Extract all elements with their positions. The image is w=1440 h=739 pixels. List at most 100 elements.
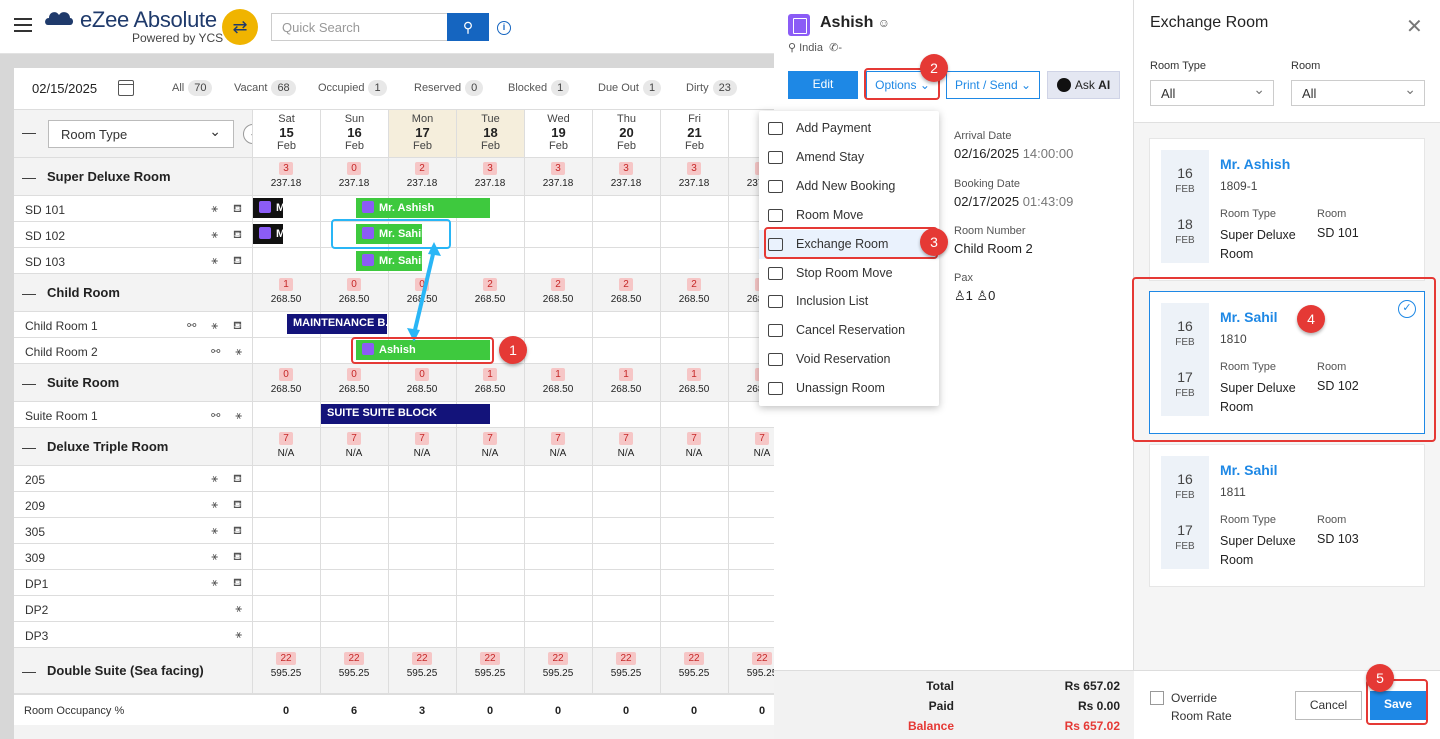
availability-cell[interactable]: 2268.50 (660, 278, 728, 307)
collapse-icon[interactable]: — (22, 169, 36, 185)
grid-line (252, 492, 253, 517)
availability-cell[interactable]: 7 N/A (592, 432, 660, 461)
availability-cell[interactable]: 22595.25 (320, 652, 388, 681)
stat-dirty[interactable]: Dirty 23 (686, 80, 737, 96)
room-status-icons[interactable]: ⚯ ⚹ (211, 409, 248, 423)
switch-property-icon[interactable]: ⇄ (222, 9, 258, 45)
menu-item-amend-stay[interactable]: Amend Stay (759, 143, 939, 172)
stat-blocked[interactable]: Blocked 1 (508, 80, 570, 96)
availability-cell[interactable]: 0268.50 (388, 368, 456, 397)
availability-cell[interactable]: 22595.25 (728, 652, 774, 681)
availability-cell[interactable]: 3237.18 (524, 162, 592, 191)
availability-cell[interactable]: 3237.18 (456, 162, 524, 191)
print-send-button[interactable]: Print / Send ⌄ (946, 71, 1040, 99)
availability-cell[interactable]: 7 N/A (660, 432, 728, 461)
close-icon[interactable]: ✕ (1406, 14, 1423, 39)
override-rate-checkbox[interactable] (1150, 691, 1164, 705)
room-type-filter[interactable]: All (1150, 80, 1274, 106)
room-status-icons[interactable]: ⚯ ⚹ ⛾ (187, 319, 248, 334)
room-filter[interactable]: All (1291, 80, 1425, 106)
availability-cell[interactable]: 2268.50 (456, 278, 524, 307)
availability-cell[interactable]: 22595.25 (592, 652, 660, 681)
availability-cell[interactable]: 3237.18 (660, 162, 728, 191)
card-guest-name[interactable]: Mr. Sahil (1220, 462, 1278, 478)
menu-item-cancel-reservation[interactable]: Cancel Reservation (759, 316, 939, 345)
room-status-icons[interactable]: ⚹ (235, 629, 248, 642)
availability-cell[interactable]: 22595.25 (456, 652, 524, 681)
calendar-date[interactable]: 02/15/2025 (32, 81, 97, 96)
room-status-icons[interactable]: ⚹ ⛾ (211, 551, 248, 565)
edit-button[interactable]: Edit (788, 71, 858, 99)
maintenance-block[interactable]: MAINTENANCE B... (287, 314, 387, 334)
stat-due-out[interactable]: Due Out 1 (598, 80, 662, 96)
room-status-icons[interactable]: ⚹ ⛾ (211, 255, 248, 269)
availability-cell[interactable]: 7 N/A (456, 432, 524, 461)
booking-bar[interactable]: M (253, 198, 283, 218)
menu-icon[interactable] (14, 18, 32, 32)
collapse-icon[interactable]: — (22, 663, 36, 679)
search-button[interactable]: ⚲ (447, 13, 489, 41)
card-guest-name[interactable]: Mr. Ashish (1220, 156, 1290, 172)
menu-item-stop-room-move[interactable]: Stop Room Move (759, 259, 939, 288)
stat-vacant[interactable]: Vacant 68 (234, 80, 296, 96)
menu-item-add-new-booking[interactable]: Add New Booking (759, 172, 939, 201)
exchange-card[interactable]: 16 FEB 17 FEB Mr. Sahil 1811 Room Type Room Supe… (1149, 444, 1425, 587)
availability-cell[interactable]: 0 237.18 (320, 162, 388, 191)
availability-cell[interactable]: 22595.25 (252, 652, 320, 681)
room-status-icons[interactable]: ⚯ ⚹ (211, 345, 248, 359)
availability-cell[interactable]: 7 N/A (252, 432, 320, 461)
availability-cell[interactable]: 0268.50 (252, 368, 320, 397)
cancel-button[interactable]: Cancel (1295, 691, 1362, 720)
collapse-all-icon[interactable]: — (22, 124, 36, 140)
availability-cell[interactable]: 7 N/A (524, 432, 592, 461)
menu-item-unassign-room[interactable]: Unassign Room (759, 374, 939, 403)
room-status-icons[interactable]: ⚹ (235, 603, 248, 616)
room-type-select[interactable]: Room Type (48, 120, 234, 148)
room-status-icons[interactable]: ⚹ ⛾ (211, 473, 248, 487)
availability-cell[interactable]: 3237.18 (252, 162, 320, 191)
guest-profile-icon[interactable]: ☺ (878, 16, 890, 30)
availability-cell[interactable]: 2268.50 (524, 278, 592, 307)
availability-cell[interactable]: 22595.25 (524, 652, 592, 681)
availability-cell[interactable]: 0268.50 (320, 368, 388, 397)
availability-cell[interactable]: 3237.18 (592, 162, 660, 191)
grid-line (320, 492, 321, 517)
availability-cell[interactable]: 1268.50 (524, 368, 592, 397)
ask-ai-button[interactable]: Ask AI (1047, 71, 1120, 99)
stat-occupied[interactable]: Occupied 1 (318, 80, 387, 96)
room-status-icons[interactable]: ⚹ ⛾ (211, 203, 248, 217)
availability-cell[interactable]: 7 N/A (728, 432, 774, 461)
availability-cell[interactable]: 0268.50 (320, 278, 388, 307)
availability-cell[interactable]: 7 N/A (320, 432, 388, 461)
menu-item-add-payment[interactable]: Add Payment (759, 114, 939, 143)
exchange-card[interactable]: 16 FEB 18 FEB Mr. Ashish 1809-1 Room Type Room S… (1149, 138, 1425, 281)
room-status-icons[interactable]: ⚹ ⛾ (211, 577, 248, 591)
booking-bar[interactable]: M (253, 224, 283, 244)
room-status-icons[interactable]: ⚹ ⛾ (211, 525, 248, 539)
room-status-icons[interactable]: ⚹ ⛾ (211, 229, 248, 243)
booking-mr-ashish[interactable]: Mr. Ashish (356, 198, 490, 218)
collapse-icon[interactable]: — (22, 439, 36, 455)
availability-cell[interactable]: 2 237.18 (388, 162, 456, 191)
stat-all[interactable]: All 70 (172, 80, 213, 96)
override-rate-label: Override Room Rate (1171, 691, 1232, 723)
calendar-icon[interactable] (118, 80, 134, 96)
availability-cell[interactable]: 7 N/A (388, 432, 456, 461)
menu-item-room-move[interactable]: Room Move (759, 201, 939, 230)
quick-search-input[interactable]: Quick Search (271, 13, 448, 41)
info-icon[interactable]: i (497, 21, 511, 35)
availability-cell[interactable]: 22595.25 (660, 652, 728, 681)
menu-item-inclusion-list[interactable]: Inclusion List (759, 287, 939, 316)
availability-cell[interactable]: 2268.50 (592, 278, 660, 307)
collapse-icon[interactable]: — (22, 375, 36, 391)
suite-block[interactable]: SUITE SUITE BLOCK (321, 404, 490, 424)
menu-item-void-reservation[interactable]: Void Reservation (759, 345, 939, 374)
collapse-icon[interactable]: — (22, 285, 36, 301)
availability-cell[interactable]: 1268.50 (592, 368, 660, 397)
availability-cell[interactable]: 22595.25 (388, 652, 456, 681)
availability-cell[interactable]: 1268.50 (660, 368, 728, 397)
availability-cell[interactable]: 1268.50 (456, 368, 524, 397)
stat-reserved[interactable]: Reserved 0 (414, 80, 484, 96)
availability-cell[interactable]: 1268.50 (252, 278, 320, 307)
room-status-icons[interactable]: ⚹ ⛾ (211, 499, 248, 513)
